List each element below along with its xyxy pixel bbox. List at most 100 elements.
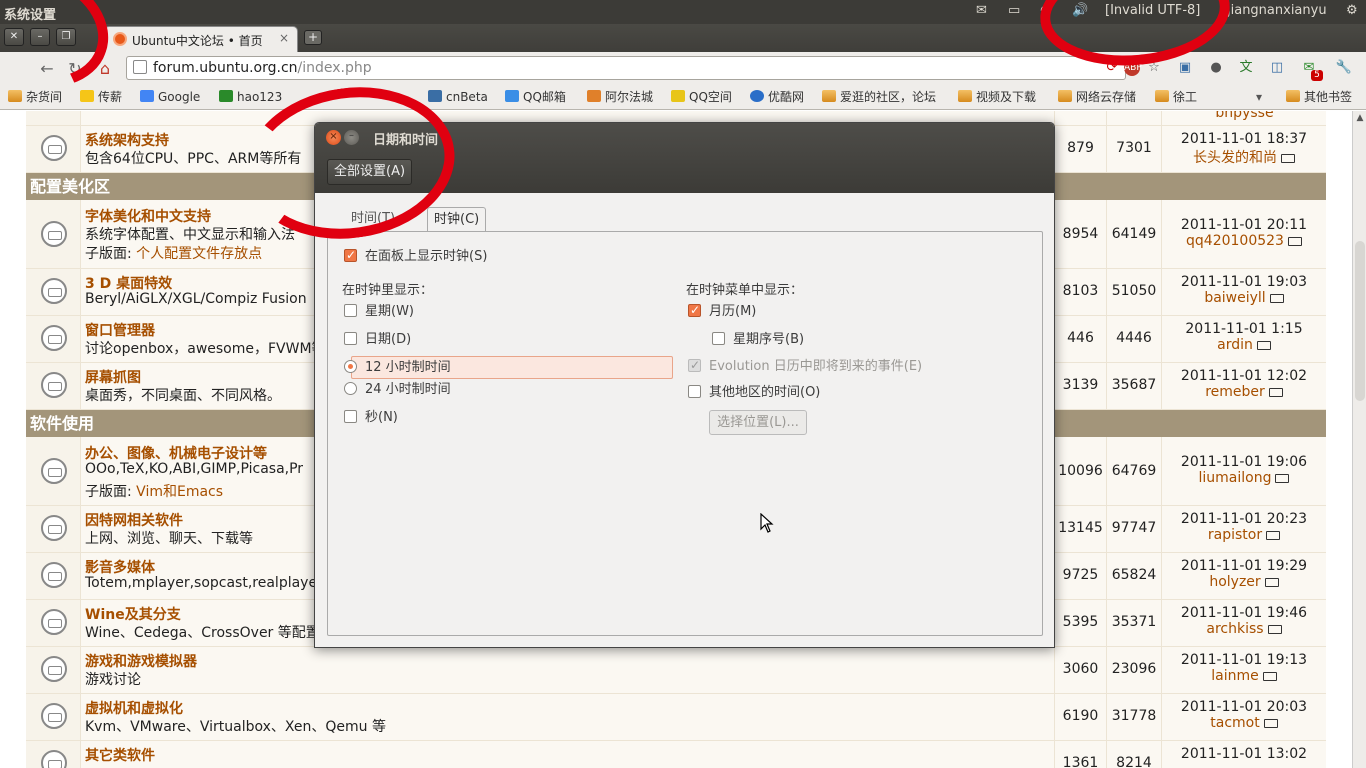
bookmark-item[interactable]: Google [140, 88, 200, 106]
last-poster[interactable]: ardin [1217, 337, 1253, 353]
last-poster[interactable]: lainme [1211, 668, 1258, 684]
ubuntu-favicon-icon [113, 32, 127, 46]
post-count: 65824 [1106, 553, 1161, 599]
forum-title[interactable]: 3 D 桌面特效 [85, 273, 172, 293]
view-latest-icon[interactable] [1267, 625, 1282, 634]
last-poster[interactable]: tacmot [1210, 715, 1259, 731]
forum-title[interactable]: 因特网相关软件 [85, 510, 183, 530]
calendar-checkbox[interactable] [688, 302, 701, 318]
bookmark-folder[interactable]: 网络云存储 [1058, 88, 1136, 106]
scroll-thumb[interactable] [1355, 241, 1365, 401]
last-poster[interactable]: qq420100523 [1186, 233, 1284, 249]
view-latest-icon[interactable] [1269, 294, 1284, 303]
extension-capture-icon[interactable]: ◫ [1267, 58, 1287, 78]
post-count: 64769 [1106, 437, 1161, 505]
forum-title[interactable]: 字体美化和中文支持 [85, 206, 211, 226]
tab-clock[interactable]: 时钟(C) [427, 207, 487, 232]
forum-title[interactable]: 影音多媒体 [85, 557, 155, 577]
last-poster[interactable]: rapistor [1208, 527, 1262, 543]
last-poster[interactable]: archkiss [1206, 621, 1263, 637]
scroll-up-icon[interactable]: ▲ [1355, 113, 1365, 123]
other-locations-checkbox[interactable] [688, 385, 701, 398]
seconds-checkbox[interactable] [344, 410, 357, 423]
forum-title[interactable]: 其它类软件 [85, 745, 155, 765]
forum-read-icon [41, 562, 67, 588]
address-bar[interactable]: forum.ubuntu.org.cn/index.php [126, 56, 1126, 80]
subforum-line: 子版面: Vim和Emacs [85, 484, 224, 500]
view-latest-icon[interactable] [1263, 719, 1278, 728]
forum-title[interactable]: 屏幕抓图 [85, 367, 141, 387]
user-menu[interactable]: jiangnanxianyu [1227, 3, 1327, 21]
bookmark-item[interactable]: QQ邮箱 [505, 88, 566, 106]
other-bookmarks-folder[interactable]: 其他书签 [1286, 88, 1352, 106]
url-host: forum.ubuntu.org.cn [153, 60, 298, 76]
24h-radio[interactable] [344, 382, 357, 395]
mail-icon[interactable]: ✉ [976, 3, 987, 21]
view-latest-icon[interactable] [1266, 531, 1281, 540]
wrench-icon[interactable]: 🔧 [1334, 58, 1354, 78]
seconds-option[interactable]: 秒(N) [344, 410, 398, 426]
last-poster[interactable]: remeber [1205, 384, 1265, 400]
view-latest-icon[interactable] [1268, 388, 1283, 397]
bookmark-folder[interactable]: 视频及下载 [958, 88, 1036, 106]
bookmark-item[interactable]: 杂货间 [8, 88, 62, 106]
last-poster[interactable]: 长头发的和尚 [1193, 150, 1277, 166]
bookmark-item[interactable]: 传薪 [80, 88, 122, 106]
subforum-link[interactable]: 个人配置文件存放点 [136, 246, 262, 262]
extension-bulb-icon[interactable]: ● [1206, 58, 1226, 78]
view-latest-icon[interactable] [1262, 672, 1277, 681]
bookmark-folder[interactable]: 爱逛的社区，论坛 [822, 88, 936, 106]
page-scrollbar[interactable]: ▲ [1352, 111, 1366, 768]
bookmark-item[interactable]: 阿尔法城 [587, 88, 653, 106]
battery-icon[interactable]: ▭ [1008, 3, 1020, 21]
last-poster[interactable]: baiweiyll [1204, 290, 1265, 306]
bookmark-item[interactable]: 优酷网 [750, 88, 804, 106]
other-locations-option[interactable]: 其他地区的时间(O) [688, 385, 820, 401]
extension-screen-icon[interactable]: ▣ [1175, 58, 1195, 78]
bookmark-item[interactable]: hao123 [219, 88, 282, 106]
forum-title[interactable]: 办公、图像、机械电子设计等 [85, 443, 267, 463]
12h-option[interactable]: 12 小时制时间 [344, 360, 451, 376]
bookmark-folder[interactable]: 徐工 [1155, 88, 1197, 106]
12h-radio[interactable] [344, 360, 357, 373]
weekday-checkbox[interactable] [344, 304, 357, 317]
subforum-link[interactable]: Vim和Emacs [136, 484, 223, 500]
session-gear-icon[interactable]: ⚙ [1346, 3, 1358, 21]
forum-read-icon [41, 656, 67, 682]
bookmark-item[interactable]: QQ空间 [671, 88, 732, 106]
forum-desc: Wine、Cedega、CrossOver 等配置 [85, 625, 320, 641]
forum-title[interactable]: 系统架构支持 [85, 130, 169, 150]
topic-count: 8103 [1054, 269, 1106, 315]
browser-tab[interactable]: Ubuntu中文论坛 • 首页 × [104, 26, 298, 52]
post-count: 7301 [1106, 126, 1161, 172]
forum-desc: 游戏讨论 [85, 672, 141, 688]
forum-title[interactable]: Wine及其分支 [85, 604, 181, 624]
tab-close-icon[interactable]: × [279, 31, 289, 45]
forum-title[interactable]: 虚拟机和虚拟化 [85, 698, 183, 718]
week-numbers-checkbox[interactable] [712, 332, 725, 345]
weekday-option[interactable]: 星期(W) [344, 304, 414, 320]
view-latest-icon[interactable] [1287, 237, 1302, 246]
view-latest-icon[interactable] [1281, 154, 1295, 163]
date-checkbox[interactable] [344, 332, 357, 345]
last-poster[interactable]: bnpysse [1162, 111, 1327, 121]
last-poster[interactable]: liumailong [1199, 470, 1272, 486]
last-post: 2011-11-01 12:02 remeber [1161, 363, 1326, 409]
forum-title[interactable]: 游戏和游戏模拟器 [85, 651, 197, 671]
24h-option[interactable]: 24 小时制时间 [344, 382, 451, 398]
calendar-option[interactable]: 月历(M) [688, 302, 756, 320]
extension-translate-icon[interactable]: 文 [1236, 58, 1256, 78]
bookmark-item[interactable]: cnBeta [428, 88, 488, 106]
date-option[interactable]: 日期(D) [344, 332, 411, 348]
view-latest-icon[interactable] [1275, 474, 1290, 483]
show-clock-checkbox[interactable] [344, 247, 357, 263]
forum-title[interactable]: 窗口管理器 [85, 320, 155, 340]
show-clock-option[interactable]: 在面板上显示时钟(S) [344, 247, 487, 265]
view-latest-icon[interactable] [1256, 341, 1271, 350]
new-tab-button[interactable]: + [304, 30, 322, 45]
view-latest-icon[interactable] [1264, 578, 1279, 587]
last-poster[interactable]: holyzer [1209, 574, 1260, 590]
topic-count: 446 [1054, 316, 1106, 362]
bookmarks-overflow-icon[interactable]: ▾ [1256, 88, 1262, 106]
week-numbers-option[interactable]: 星期序号(B) [712, 332, 804, 348]
